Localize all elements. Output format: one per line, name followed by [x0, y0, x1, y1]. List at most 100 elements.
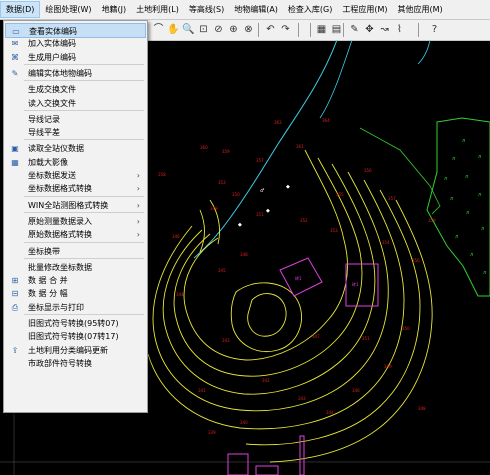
menu-item-10[interactable]: 导线平差: [5, 125, 146, 140]
svg-text:364: 364: [322, 118, 330, 123]
svg-text:◆: ◆: [238, 222, 242, 228]
svg-text:363: 363: [274, 120, 282, 125]
menu-item[interactable]: 地物编辑(A): [229, 1, 283, 18]
svg-text:357: 357: [256, 158, 264, 163]
svg-text:340: 340: [240, 420, 248, 425]
svg-text:353: 353: [218, 180, 226, 185]
menu-item-label: 坐标数据格式转换: [28, 184, 92, 194]
menu-item-17[interactable]: WIN全站测图格式转换 ›: [5, 198, 146, 213]
toolbar-separator: [298, 23, 299, 37]
menu-item[interactable]: 等高线(S): [184, 1, 229, 18]
menu-separator: [24, 314, 144, 315]
query-code-icon: ▭: [12, 27, 20, 36]
pline-icon[interactable]: ⌒: [152, 23, 165, 36]
menu-item[interactable]: 地籍(J): [97, 1, 132, 18]
menu-separator: [24, 109, 144, 111]
snap-icon[interactable]: ↝: [378, 23, 391, 36]
zoom-window-icon[interactable]: ⊡: [197, 23, 210, 36]
help-icon[interactable]: ?: [428, 23, 441, 36]
menu-item-label: 生成用户编码: [28, 52, 76, 62]
svg-text:350: 350: [232, 192, 240, 197]
svg-text:л: л: [455, 234, 458, 240]
svg-text:л: л: [481, 226, 484, 232]
code-icon: ⌘: [11, 52, 19, 62]
menu-item[interactable]: 其他应用(M): [393, 1, 448, 18]
menu-item-2[interactable]: ⌘ 生成用户编码: [5, 50, 146, 65]
pen-icon[interactable]: ✎: [348, 23, 361, 36]
svg-text:351: 351: [256, 212, 264, 217]
menu-item-label: 原始数据格式转换: [28, 230, 92, 240]
svg-text:л: л: [462, 138, 465, 144]
svg-text:355: 355: [336, 192, 344, 197]
svg-text:357: 357: [388, 196, 396, 201]
print-icon: ⎙: [11, 302, 19, 312]
add-code-icon: ✉: [11, 39, 19, 49]
svg-text:л: л: [465, 174, 468, 180]
total-station-icon: ▣: [11, 144, 19, 154]
redo-icon[interactable]: ↷: [279, 23, 292, 36]
undo-icon[interactable]: ↶: [264, 23, 277, 36]
submenu-arrow-icon: ›: [136, 184, 140, 194]
menu-item-label: 导线平差: [28, 128, 60, 138]
svg-text:351: 351: [362, 336, 370, 341]
building-labels: 砖1 砖1: [295, 275, 359, 287]
menu-separator: [24, 241, 144, 243]
toolbar-separator: [258, 23, 259, 37]
move-icon[interactable]: ✥: [363, 23, 376, 36]
menu-item-22[interactable]: 坐标换带: [5, 244, 146, 259]
svg-text:л: л: [450, 196, 453, 202]
svg-text:341: 341: [198, 388, 206, 393]
svg-text:350: 350: [402, 326, 410, 331]
properties-icon[interactable]: ▤: [330, 23, 343, 36]
svg-text:л: л: [466, 210, 469, 216]
menu-item[interactable]: 土地利用(L): [131, 1, 184, 18]
menu-item-32[interactable]: 市政部件符号转换: [5, 356, 146, 371]
pan-icon[interactable]: ✋: [167, 23, 180, 36]
image-icon: ▦: [11, 157, 19, 167]
menu-item-label: 坐标显示与打印: [28, 302, 84, 312]
line-icon[interactable]: ⌇: [393, 23, 406, 36]
menu-item-15[interactable]: 坐标数据格式转换 ›: [5, 181, 146, 196]
zoom-all-icon[interactable]: ⊗: [242, 23, 255, 36]
menu-item-label: 编辑实体地物编码: [28, 68, 92, 78]
layer-icon[interactable]: ▦: [315, 23, 328, 36]
svg-text:л: л: [483, 270, 486, 276]
menu-item[interactable]: 数据(D): [0, 1, 41, 18]
menu-item-20[interactable]: 原始数据格式转换 ›: [5, 227, 146, 242]
svg-text:349: 349: [210, 206, 218, 211]
menu-item-27[interactable]: ⎙ 坐标显示与打印: [5, 300, 146, 315]
menu-item[interactable]: 绘图处理(W): [40, 1, 96, 18]
menu-item[interactable]: 检查入库(G): [283, 1, 337, 18]
svg-text:348: 348: [418, 406, 426, 411]
svg-text:л: л: [478, 192, 481, 198]
svg-text:344: 344: [176, 292, 184, 297]
menu-item[interactable]: 工程应用(M): [337, 1, 392, 18]
menu-item-7[interactable]: 读入交换文件: [5, 96, 146, 111]
menu-separator: [24, 139, 144, 141]
svg-text:砖1: 砖1: [352, 281, 359, 287]
menu-item-4[interactable]: ✎ 编辑实体地物编码: [5, 66, 146, 81]
menu-item-label: 读入交换文件: [28, 98, 76, 108]
svg-text:♂: ♂: [260, 188, 264, 194]
svg-text:砖1: 砖1: [295, 275, 302, 281]
svg-text:358: 358: [428, 218, 436, 223]
zoom-prev-icon[interactable]: ⊘: [212, 23, 225, 36]
road-line: [193, 40, 338, 259]
svg-text:343: 343: [222, 338, 230, 343]
zoom-extent-icon[interactable]: ⊕: [227, 23, 240, 36]
svg-text:352: 352: [300, 218, 308, 223]
edit-code-icon: ✎: [11, 68, 19, 78]
split-icon: ⊟: [11, 289, 19, 299]
toolbar-separator: [418, 23, 419, 37]
data-menu-dropdown: ▭ 查看实体编码 ✉ 加入实体编码 ⌘ 生成用户编码 ✎ 编辑实体地物编码 生成交换文件 读入交换…: [3, 20, 148, 413]
svg-text:346: 346: [172, 234, 180, 239]
zoom-icon[interactable]: 🔍: [182, 23, 195, 36]
menu-separator: [24, 80, 144, 82]
menu-item-label: WIN全站测图格式转换: [28, 200, 109, 210]
menu-separator: [24, 195, 144, 197]
svg-text:344: 344: [326, 410, 334, 415]
road-line: [319, 40, 353, 119]
svg-text:л: л: [452, 156, 455, 162]
menu-bar: 数据(D) 绘图处理(W) 地籍(J) 土地利用(L) 等高线(S) 地物编辑(A) 检查入…: [0, 0, 490, 20]
svg-text:345: 345: [218, 268, 226, 273]
